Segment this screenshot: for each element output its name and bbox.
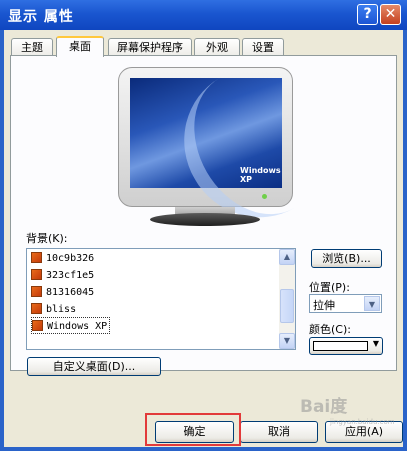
color-swatch	[313, 341, 368, 351]
background-label: 背景(K):	[26, 232, 68, 245]
scroll-down-icon[interactable]: ▼	[279, 333, 295, 349]
position-label: 位置(P):	[309, 281, 350, 294]
ok-button-highlight	[145, 413, 241, 446]
power-led-icon	[262, 194, 267, 199]
list-item-label: 81316045	[46, 287, 95, 298]
close-button[interactable]: ✕	[380, 4, 401, 25]
tab-label: 外观	[206, 41, 228, 54]
customize-desktop-button[interactable]: 自定义桌面(D)...	[27, 357, 161, 376]
windows-logo: Windows XP	[240, 166, 281, 184]
list-item[interactable]: 10c9b326	[31, 250, 94, 267]
chevron-down-icon: ▼	[372, 339, 379, 348]
list-item-label: bliss	[46, 304, 77, 315]
close-icon: ✕	[384, 6, 397, 22]
list-item-selected[interactable]: Windows XP	[31, 317, 111, 334]
background-listbox[interactable]: 10c9b326 323cf1e5 81316045 bliss Windows…	[26, 248, 296, 350]
window-title: 显示 属性	[8, 9, 74, 25]
tab-label: 设置	[252, 41, 274, 54]
scroll-thumb[interactable]	[280, 289, 294, 323]
position-value: 拉伸	[313, 299, 335, 312]
help-icon: ?	[363, 6, 372, 22]
tab-label: 屏幕保护程序	[117, 41, 183, 54]
wallpaper-preview: Windows XP	[130, 42, 357, 244]
tab-label: 主题	[21, 41, 43, 54]
browse-button[interactable]: 浏览(B)...	[311, 249, 382, 268]
watermark-sub: jingyan.baidu.com	[330, 418, 395, 426]
position-select[interactable]: 拉伸 ▼	[309, 294, 382, 313]
list-item[interactable]: bliss	[31, 301, 76, 318]
color-label: 颜色(C):	[309, 323, 351, 336]
list-scrollbar[interactable]: ▲ ▼	[279, 249, 295, 349]
tab-desktop[interactable]: 桌面	[56, 36, 104, 57]
monitor-stand	[150, 213, 260, 226]
scroll-up-icon[interactable]: ▲	[279, 249, 295, 265]
image-file-icon	[31, 252, 42, 263]
image-file-icon	[31, 303, 42, 314]
cancel-button[interactable]: 取消	[240, 421, 318, 443]
list-item[interactable]: 323cf1e5	[31, 267, 94, 284]
title-bar[interactable]: 显示 属性 ? ✕	[0, 0, 407, 30]
monitor-preview: Windows XP	[118, 42, 357, 244]
list-item-label: 323cf1e5	[46, 270, 95, 281]
list-item-label: Windows XP	[47, 321, 108, 332]
color-picker-button[interactable]: ▼	[309, 337, 383, 355]
tab-label: 桌面	[69, 40, 91, 53]
image-file-icon	[31, 269, 42, 280]
help-button[interactable]: ?	[357, 4, 378, 25]
chevron-down-icon: ▼	[364, 296, 380, 311]
list-item-label: 10c9b326	[46, 253, 95, 264]
watermark: Bai度	[300, 397, 348, 417]
image-file-icon	[31, 286, 42, 297]
list-item[interactable]: 81316045	[31, 284, 94, 301]
image-file-icon	[32, 320, 43, 331]
